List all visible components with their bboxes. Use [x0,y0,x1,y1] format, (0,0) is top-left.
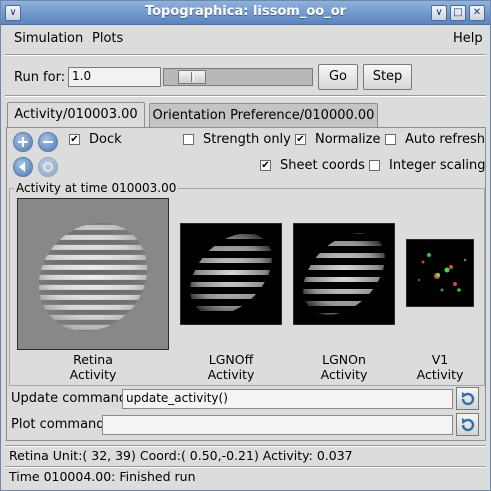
back-icon[interactable] [13,157,33,177]
zoom-in-icon[interactable] [13,132,33,152]
plot-label-line: Activity [207,367,255,382]
integer-scaling-label: Integer scaling [389,158,486,173]
normalize-label: Normalize [315,132,381,147]
run-duration-input[interactable]: 1.0 [68,67,161,87]
auto-refresh-label: Auto refresh [405,132,486,147]
go-button[interactable]: Go [318,64,358,90]
refresh-icon[interactable] [456,387,479,410]
title-bar[interactable]: ∨ Topographica: lissom_oo_or ∨ □ ✕ [1,1,490,25]
plot-label-line: LGNOn [322,352,366,367]
maximize-icon[interactable]: □ [450,5,466,21]
lgnoff-activity-plot[interactable] [180,223,282,325]
v1-plot-label: V1 Activity [409,352,471,382]
sheet-coords-label: Sheet coords [280,158,365,173]
plot-label-line: Activity [320,367,368,382]
menu-bar: Simulation Plots Help [1,26,490,50]
lgnon-plot-label: LGNOn Activity [293,352,395,382]
plot-label-line: V1 [431,352,449,367]
close-icon[interactable]: ✕ [469,5,485,21]
run-slider[interactable] [163,68,313,86]
plot-command-label: Plot command [11,417,105,432]
dock-checkbox[interactable]: ✔ [69,134,80,145]
v1-activity-plot[interactable] [406,239,474,307]
run-slider-thumb[interactable] [177,70,206,84]
zoom-out-icon[interactable] [38,132,58,152]
retina-plot-label: Retina Activity [42,352,144,382]
plot-label-line: Retina [73,352,113,367]
update-command-input[interactable]: update_activity() [122,389,453,409]
divider [5,466,486,468]
tab-orientation-preference[interactable]: Orientation Preference/010000.00 [149,103,378,127]
forward-icon[interactable] [38,157,58,177]
lgnoff-plot-label: LGNOff Activity [180,352,282,382]
menu-help[interactable]: Help [453,31,483,46]
run-for-label: Run for: [14,70,66,85]
normalize-checkbox[interactable]: ✔ [295,134,306,145]
window-title: Topographica: lissom_oo_or [144,4,347,19]
sheet-coords-checkbox[interactable]: ✔ [260,160,271,171]
refresh-icon[interactable] [456,413,479,436]
divider [5,54,486,56]
auto-refresh-checkbox[interactable] [385,134,396,145]
tab-activity[interactable]: Activity/010003.00 [7,102,145,128]
retina-activity-plot[interactable] [17,198,169,350]
dock-label: Dock [89,132,122,147]
main-window: ∨ Topographica: lissom_oo_or ∨ □ ✕ Simul… [0,0,491,491]
menu-simulation[interactable]: Simulation [14,31,83,46]
lgnon-activity-plot[interactable] [293,223,395,325]
plot-label-line: LGNOff [208,352,254,367]
update-command-label: Update command [11,391,128,406]
status-message: Time 010004.00: Finished run [9,469,196,484]
integer-scaling-checkbox[interactable] [369,160,380,171]
menu-plots[interactable]: Plots [92,31,123,46]
divider [5,95,486,97]
plot-command-input[interactable] [102,415,453,435]
plot-label-line: Activity [416,367,464,382]
unit-info-status: Retina Unit:( 32, 39) Coord:( 0.50,-0.21… [9,448,353,463]
strength-only-checkbox[interactable] [183,134,194,145]
plot-group-title: Activity at time 010003.00 [14,181,179,195]
strength-only-label: Strength only [203,132,291,147]
plot-label-line: Activity [69,367,117,382]
minimize-icon[interactable]: ∨ [431,5,447,21]
step-button[interactable]: Step [363,64,412,90]
divider [5,445,486,447]
